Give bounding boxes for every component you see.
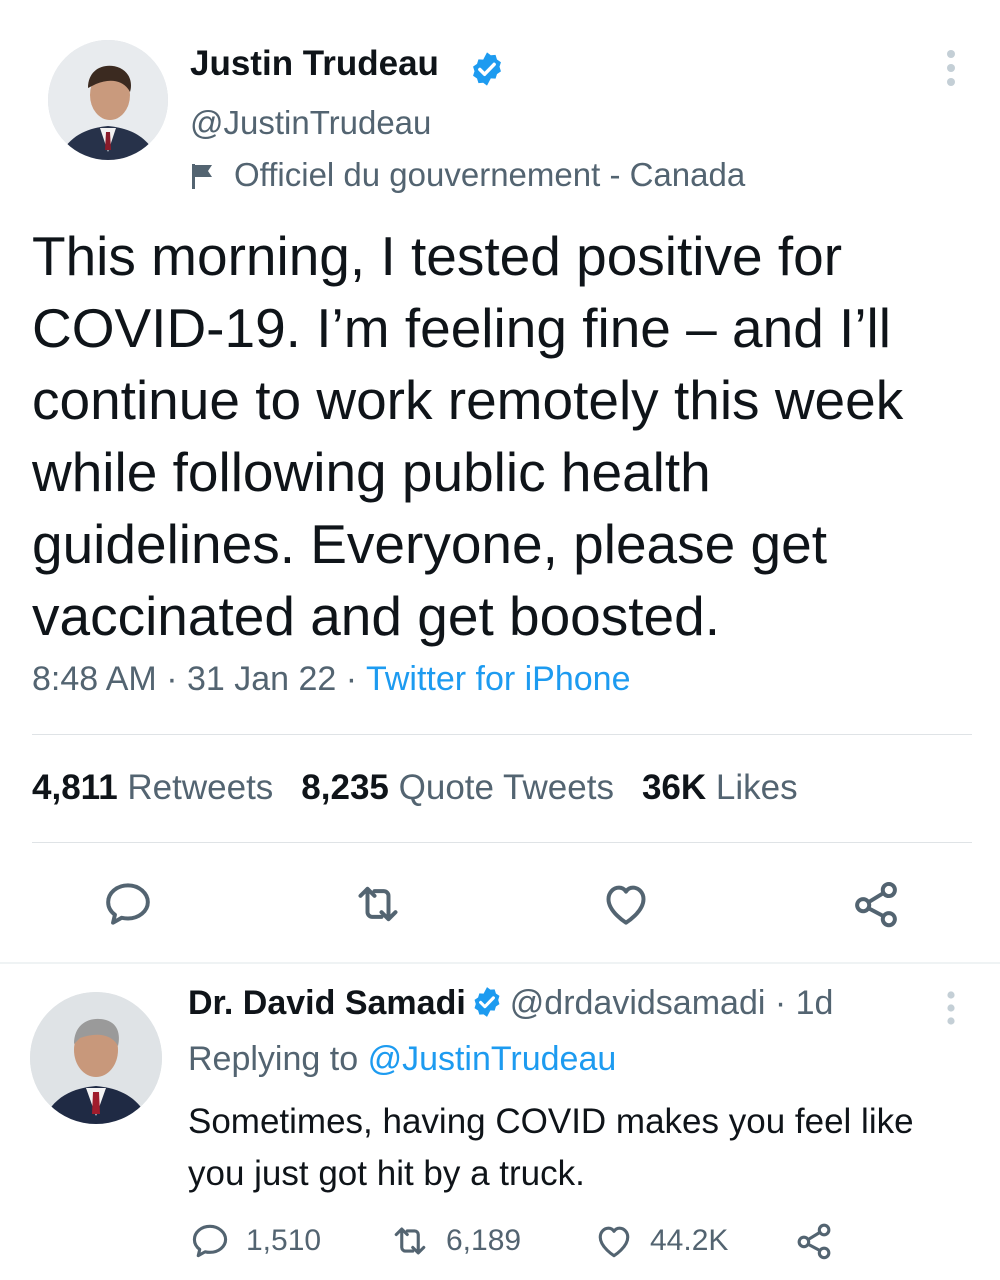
retweets-label: Retweets xyxy=(127,768,274,807)
tweet-date: 31 Jan 22 xyxy=(186,660,337,698)
avatar-image xyxy=(30,992,162,1124)
retweet-icon[interactable] xyxy=(350,876,406,932)
share-icon[interactable] xyxy=(848,876,904,932)
like-heart-icon[interactable] xyxy=(598,876,654,932)
tweet-stats: 4,811 Retweets 8,235 Quote Tweets 36K Like… xyxy=(32,768,798,808)
share-icon xyxy=(797,1223,831,1260)
quotes-stat[interactable]: 8,235 Quote Tweets xyxy=(301,768,614,807)
reply-header: Dr. David Samadi @drdavidsamadi · 1d xyxy=(188,984,833,1023)
replying-mention-link[interactable]: @JustinTrudeau xyxy=(368,1040,617,1078)
tweet-meta: 8:48 AM · 31 Jan 22 · Twitter for iPhone xyxy=(32,660,631,699)
likes-label: Likes xyxy=(715,768,798,807)
avatar-image xyxy=(48,40,168,160)
reply-text: Sometimes, having COVID makes you feel l… xyxy=(188,1102,914,1193)
divider xyxy=(32,842,972,843)
reply-reply-count: 1,510 xyxy=(246,1224,322,1257)
reply-share-action[interactable] xyxy=(792,1216,850,1266)
more-options-icon[interactable] xyxy=(937,48,965,88)
divider xyxy=(32,734,972,735)
flag-icon xyxy=(192,164,212,189)
verified-badge-icon xyxy=(473,52,501,86)
reply-like-action[interactable]: 44.2K xyxy=(592,1216,728,1266)
tweet-text: This morning, I tested positive for COVI… xyxy=(32,225,904,647)
reply-author-handle[interactable]: @drdavidsamadi xyxy=(510,984,766,1022)
reply-icon xyxy=(192,1224,228,1258)
author-avatar[interactable] xyxy=(48,40,168,160)
reply-like-count: 44.2K xyxy=(650,1224,729,1257)
retweets-count: 4,811 xyxy=(32,768,118,807)
author-name[interactable]: Justin Trudeau xyxy=(190,44,439,84)
reply-retweet-count: 6,189 xyxy=(446,1224,522,1257)
reply-retweet-action[interactable]: 6,189 xyxy=(388,1216,521,1266)
retweets-stat[interactable]: 4,811 Retweets xyxy=(32,768,273,807)
quotes-label: Quote Tweets xyxy=(398,768,614,807)
replying-to: Replying to @JustinTrudeau xyxy=(188,1040,616,1079)
government-label[interactable]: Officiel du gouvernement - Canada xyxy=(234,156,745,194)
reply-author-name[interactable]: Dr. David Samadi xyxy=(188,984,466,1022)
likes-stat[interactable]: 36K Likes xyxy=(642,768,798,807)
tweet-source-link[interactable]: Twitter for iPhone xyxy=(366,660,631,698)
reply-age: · 1d xyxy=(774,984,834,1022)
meta-separator: · xyxy=(336,660,366,698)
reply-author-avatar[interactable] xyxy=(30,992,162,1124)
replying-prefix: Replying to xyxy=(188,1040,359,1078)
reply-reply-action[interactable]: 1,510 xyxy=(188,1216,321,1266)
section-divider xyxy=(0,962,1000,964)
likes-count: 36K xyxy=(641,768,707,807)
meta-separator: · xyxy=(156,660,187,698)
more-options-icon[interactable] xyxy=(937,990,965,1026)
tweet-time: 8:48 AM xyxy=(32,660,157,698)
reply-icon[interactable] xyxy=(100,876,156,932)
like-heart-icon xyxy=(598,1226,630,1258)
quotes-count: 8,235 xyxy=(301,768,389,807)
verified-badge-icon xyxy=(474,987,500,1017)
retweet-icon xyxy=(394,1227,426,1255)
author-handle[interactable]: @JustinTrudeau xyxy=(190,104,431,142)
